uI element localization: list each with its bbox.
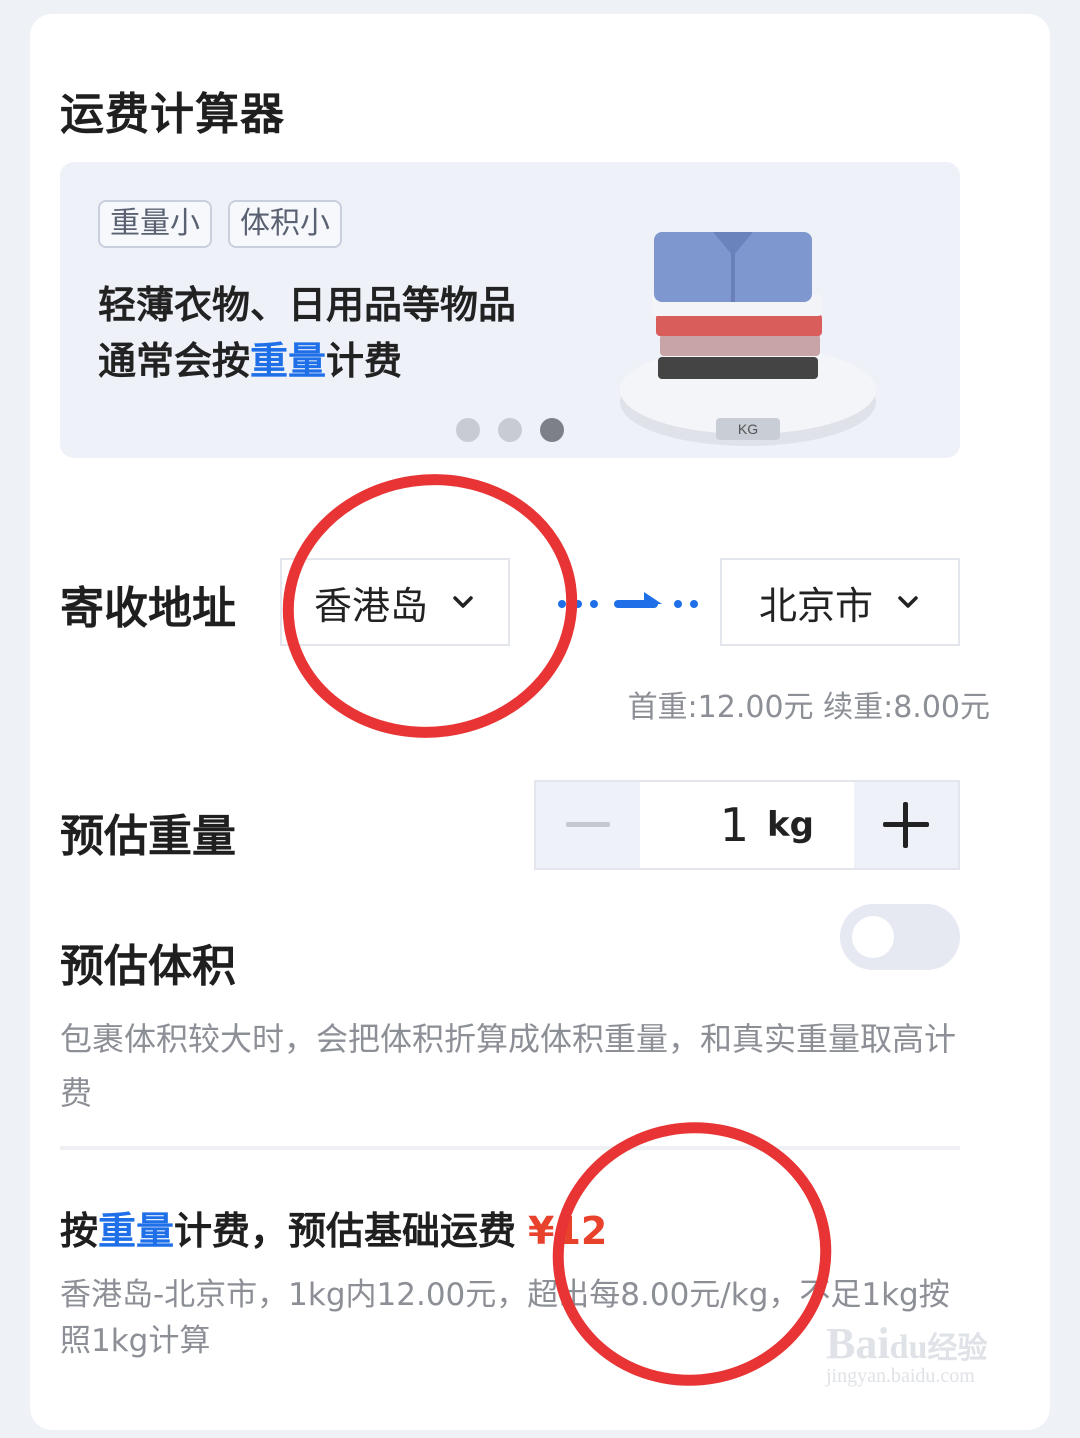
baidu-watermark-logo: Baidu经验 jingyan.baidu.com [826,1319,988,1387]
weight-stepper: 1 kg [534,780,960,870]
estimated-price: ¥12 [528,1209,608,1253]
carousel-dot-active[interactable] [540,418,564,442]
minus-icon [566,822,610,827]
banner-line-2: 通常会按重量计费 [98,339,403,383]
origin-select[interactable]: 香港岛 [280,558,510,646]
chevron-down-icon [898,596,918,608]
result-summary: 按重量计费，预估基础运费 ¥12 [60,1209,608,1253]
route-arrow-icon [558,592,698,608]
banner-line-1: 轻薄衣物、日用品等物品 [98,283,517,327]
plus-icon [883,802,929,848]
page-title: 运费计算器 [60,89,285,140]
banner-tags: 重量小 体积小 [98,200,342,248]
destination-select[interactable]: 北京市 [720,558,960,646]
address-label: 寄收地址 [60,583,236,634]
result-detail: 香港岛-北京市，1kg内12.00元，超出每8.00元/kg，不足1kg按照1k… [60,1277,950,1359]
carousel-dots [456,418,564,442]
chevron-down-icon [453,596,473,608]
rate-note: 首重:12.00元 续重:8.00元 [627,690,990,725]
toggle-knob [852,916,894,958]
volume-label: 预估体积 [60,941,236,992]
info-banner[interactable]: 重量小 体积小 轻薄衣物、日用品等物品 通常会按重量计费 KG [60,162,960,458]
destination-value: 北京市 [758,583,873,628]
weight-unit: kg [767,805,814,845]
origin-value: 香港岛 [313,583,428,628]
volume-toggle[interactable] [840,904,960,970]
carousel-dot[interactable] [498,418,522,442]
weight-value: 1 [719,798,750,852]
volume-description: 包裹体积较大时，会把体积折算成体积重量，和真实重量取高计费 [60,1020,957,1112]
weight-input[interactable]: 1 kg [640,782,854,868]
result-highlight: 重量 [98,1209,175,1253]
banner-highlight: 重量 [250,339,327,383]
tag-small-volume: 体积小 [228,200,342,248]
svg-text:KG: KG [738,421,758,437]
clothes-scale-illustration: KG [620,232,876,446]
tag-light-weight: 重量小 [98,200,212,248]
divider [60,1146,960,1150]
increment-button[interactable] [854,782,958,868]
carousel-dot[interactable] [456,418,480,442]
decrement-button[interactable] [536,782,640,868]
weight-label: 预估重量 [60,811,236,862]
